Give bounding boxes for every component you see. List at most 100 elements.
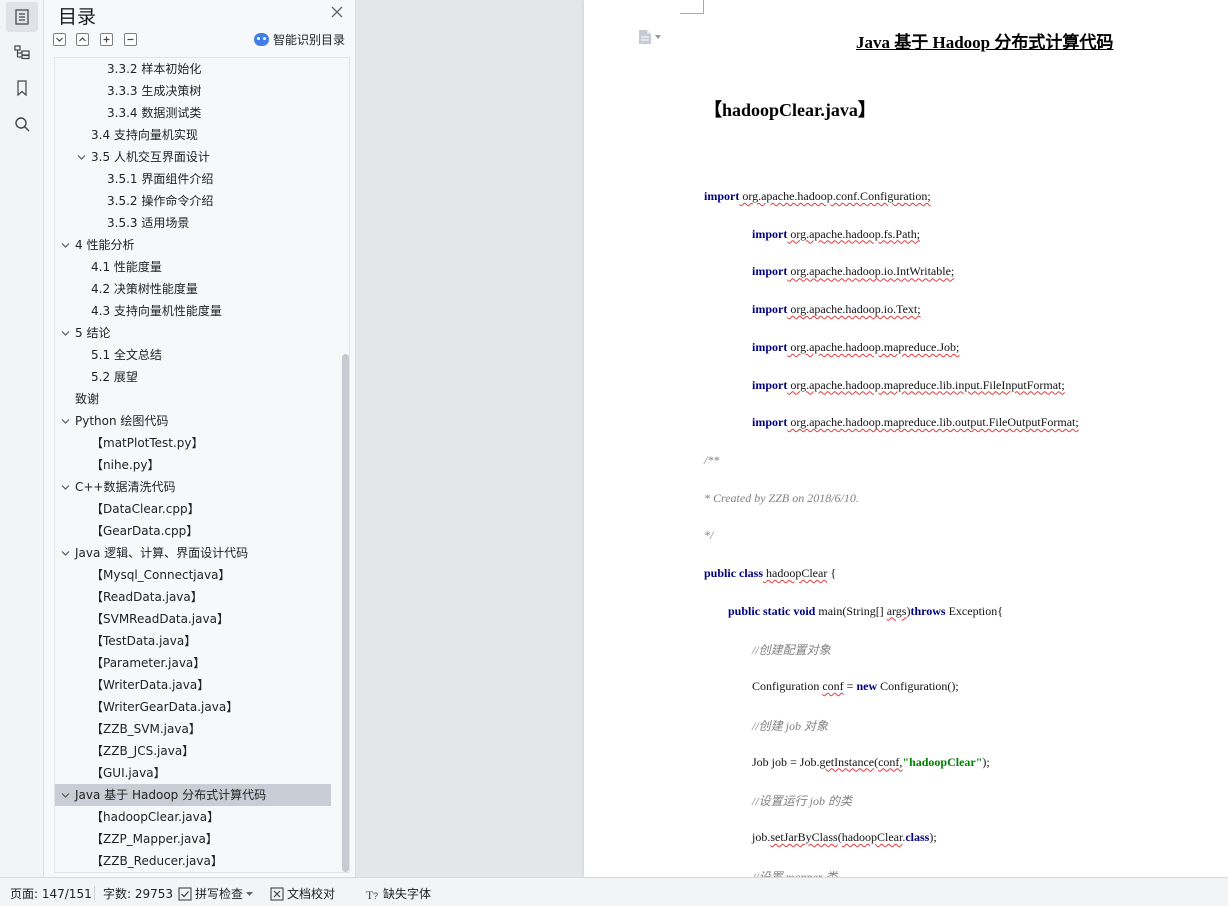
toc-item[interactable]: 【nihe.py】 bbox=[55, 454, 331, 476]
toc-item[interactable]: 3.5.1 界面组件介绍 bbox=[55, 168, 331, 190]
toc-item[interactable]: 【Mysql_Connectjava】 bbox=[55, 564, 331, 586]
toc-item[interactable]: Java 基于 Hadoop 分布式计算代码 bbox=[55, 784, 331, 806]
toc-item-label: 3.3.2 样本初始化 bbox=[107, 62, 202, 76]
proofread-icon bbox=[270, 886, 284, 901]
search-button[interactable] bbox=[6, 109, 38, 139]
code-token: import bbox=[752, 415, 788, 430]
expand-all-button[interactable] bbox=[53, 33, 66, 46]
toc-item[interactable]: 3.3.4 数据测试类 bbox=[55, 102, 331, 124]
document-area: Java 基于 Hadoop 分布式计算代码 【hadoopClear.java… bbox=[356, 0, 1228, 877]
document-page[interactable]: Java 基于 Hadoop 分布式计算代码 【hadoopClear.java… bbox=[584, 0, 1228, 877]
toc-item[interactable]: 3.3.2 样本初始化 bbox=[55, 58, 331, 80]
word-count[interactable]: 字数: 29753 bbox=[103, 885, 173, 902]
toc-item[interactable]: 【DataClear.cpp】 bbox=[55, 498, 331, 520]
toc-item[interactable]: 3.3.3 生成决策树 bbox=[55, 80, 331, 102]
toc-item-label: 【ZZB_Reducer.java】 bbox=[91, 854, 223, 868]
toc-item[interactable]: 致谢 bbox=[55, 388, 331, 410]
toc-item[interactable]: 4.3 支持向量机性能度量 bbox=[55, 300, 331, 322]
toc-item-label: 3.5 人机交互界面设计 bbox=[91, 150, 210, 164]
toc-item[interactable]: C++数据清洗代码 bbox=[55, 476, 331, 498]
chevron-down-icon[interactable] bbox=[61, 329, 70, 338]
toc-item[interactable]: 【Parameter.java】 bbox=[55, 652, 331, 674]
toc-item[interactable]: 4.2 决策树性能度量 bbox=[55, 278, 331, 300]
code-token: * Created by ZZB on 2018/6/10. bbox=[704, 490, 859, 505]
toc-item[interactable]: 4 性能分析 bbox=[55, 234, 331, 256]
chevron-down-icon[interactable] bbox=[77, 153, 86, 162]
chapter-nav-button[interactable] bbox=[6, 37, 38, 67]
toc-list: 3.3.2 样本初始化 3.3.3 生成决策树 3.3.4 数据测试类 3.4 支持向… bbox=[54, 57, 350, 873]
toc-item-label: 【WriterGearData.java】 bbox=[91, 700, 239, 714]
toc-item-label: 3.5.2 操作命令介绍 bbox=[107, 194, 214, 208]
code-token: hadoopClear bbox=[841, 829, 903, 844]
toc-item-label: 【ReadData.java】 bbox=[91, 590, 203, 604]
toc-item[interactable]: 5.2 展望 bbox=[55, 366, 331, 388]
chevron-down-icon[interactable] bbox=[61, 549, 70, 558]
toc-item[interactable]: Python 绘图代码 bbox=[55, 410, 331, 432]
toc-item-label: 3.5.1 界面组件介绍 bbox=[107, 172, 214, 186]
code-token: //设置 mapper 类 bbox=[752, 869, 838, 877]
toc-item[interactable]: 【GearData.cpp】 bbox=[55, 520, 331, 542]
collapse-all-button[interactable] bbox=[76, 33, 89, 46]
chevron-down-icon[interactable] bbox=[61, 483, 70, 492]
toc-item[interactable]: 4.1 性能度量 bbox=[55, 256, 331, 278]
toc-panel: 目录 智能识别目录 3.3.2 样本初始化 3.3.3 生成决策树 3.3.4 数据… bbox=[44, 0, 356, 877]
caret-down-icon bbox=[655, 35, 661, 39]
page-count[interactable]: 页面: 147/151 bbox=[10, 885, 92, 902]
toc-item[interactable]: Java 逻辑、计算、界面设计代码 bbox=[55, 542, 331, 564]
toc-view-button[interactable] bbox=[6, 2, 38, 32]
code-token: job. bbox=[752, 829, 771, 844]
bookmark-button[interactable] bbox=[6, 73, 38, 103]
smart-toc-label: 智能识别目录 bbox=[273, 33, 346, 47]
toc-item[interactable]: 【ReadData.java】 bbox=[55, 586, 331, 608]
toc-item[interactable]: 3.5.2 操作命令介绍 bbox=[55, 190, 331, 212]
code-token: import bbox=[752, 264, 788, 279]
toc-item-label: 3.4 支持向量机实现 bbox=[91, 128, 198, 142]
toc-item-label: 【GUI.java】 bbox=[91, 766, 166, 780]
code-line: * Created by ZZB on 2018/6/10. bbox=[704, 491, 859, 506]
code-token: setJarByClass bbox=[770, 829, 838, 844]
missing-font-button[interactable]: T? 缺失字体 bbox=[366, 885, 431, 902]
chevron-down-icon[interactable] bbox=[61, 417, 70, 426]
code-token: "hadoopClear" bbox=[902, 754, 983, 769]
toc-item[interactable]: 【WriterData.java】 bbox=[55, 674, 331, 696]
close-icon[interactable] bbox=[328, 3, 346, 21]
code-token: throws bbox=[910, 603, 946, 618]
toc-item[interactable]: 【ZZB_JCS.java】 bbox=[55, 740, 331, 762]
code-token: Configuration(); bbox=[877, 679, 959, 694]
code-line: import org.apache.hadoop.mapreduce.Job; bbox=[752, 340, 959, 355]
code-token: args bbox=[886, 603, 907, 618]
code-token: org.apache.hadoop.io.IntWritable; bbox=[787, 264, 955, 279]
toc-item[interactable]: 【ZZB_SVM.java】 bbox=[55, 718, 331, 740]
toc-item-label: 5 结论 bbox=[75, 326, 111, 340]
chevron-down-icon[interactable] bbox=[61, 791, 70, 800]
toc-item[interactable]: 【TestData.java】 bbox=[55, 630, 331, 652]
doc-proofread-button[interactable]: 文档校对 bbox=[270, 885, 335, 902]
toc-item[interactable]: 3.5 人机交互界面设计 bbox=[55, 146, 331, 168]
code-line: import org.apache.hadoop.mapreduce.lib.o… bbox=[752, 415, 1079, 430]
toc-item[interactable]: 【hadoopClear.java】 bbox=[55, 806, 331, 828]
toc-item[interactable]: 【ZZP_Mapper.java】 bbox=[55, 828, 331, 850]
chevron-down-icon[interactable] bbox=[61, 241, 70, 250]
remove-heading-button[interactable] bbox=[124, 33, 137, 46]
toc-item[interactable]: 【matPlotTest.py】 bbox=[55, 432, 331, 454]
toc-item[interactable]: 3.5.3 适用场景 bbox=[55, 212, 331, 234]
document-icon bbox=[639, 30, 651, 44]
toc-item[interactable]: 【WriterGearData.java】 bbox=[55, 696, 331, 718]
paragraph-menu-button[interactable] bbox=[638, 29, 661, 45]
toc-scrollbar[interactable] bbox=[342, 354, 349, 872]
toc-item[interactable]: 3.4 支持向量机实现 bbox=[55, 124, 331, 146]
toc-item[interactable]: 5 结论 bbox=[55, 322, 331, 344]
code-token: conf, bbox=[878, 754, 903, 769]
smart-toc-button[interactable]: 智能识别目录 bbox=[254, 31, 345, 48]
chapter-tree-icon bbox=[14, 45, 30, 60]
toc-item[interactable]: 【ZZB_Reducer.java】 bbox=[55, 850, 331, 872]
chevron-down-icon bbox=[56, 37, 63, 42]
toc-item-label: 【Parameter.java】 bbox=[91, 656, 206, 670]
toc-item[interactable]: 【SVMReadData.java】 bbox=[55, 608, 331, 630]
toc-item[interactable]: 5.1 全文总结 bbox=[55, 344, 331, 366]
add-heading-button[interactable] bbox=[100, 33, 113, 46]
spell-check-button[interactable]: 拼写检查 bbox=[178, 885, 254, 902]
toc-item-label: Java 基于 Hadoop 分布式计算代码 bbox=[75, 788, 267, 802]
plus-icon bbox=[103, 36, 110, 43]
toc-item[interactable]: 【GUI.java】 bbox=[55, 762, 331, 784]
